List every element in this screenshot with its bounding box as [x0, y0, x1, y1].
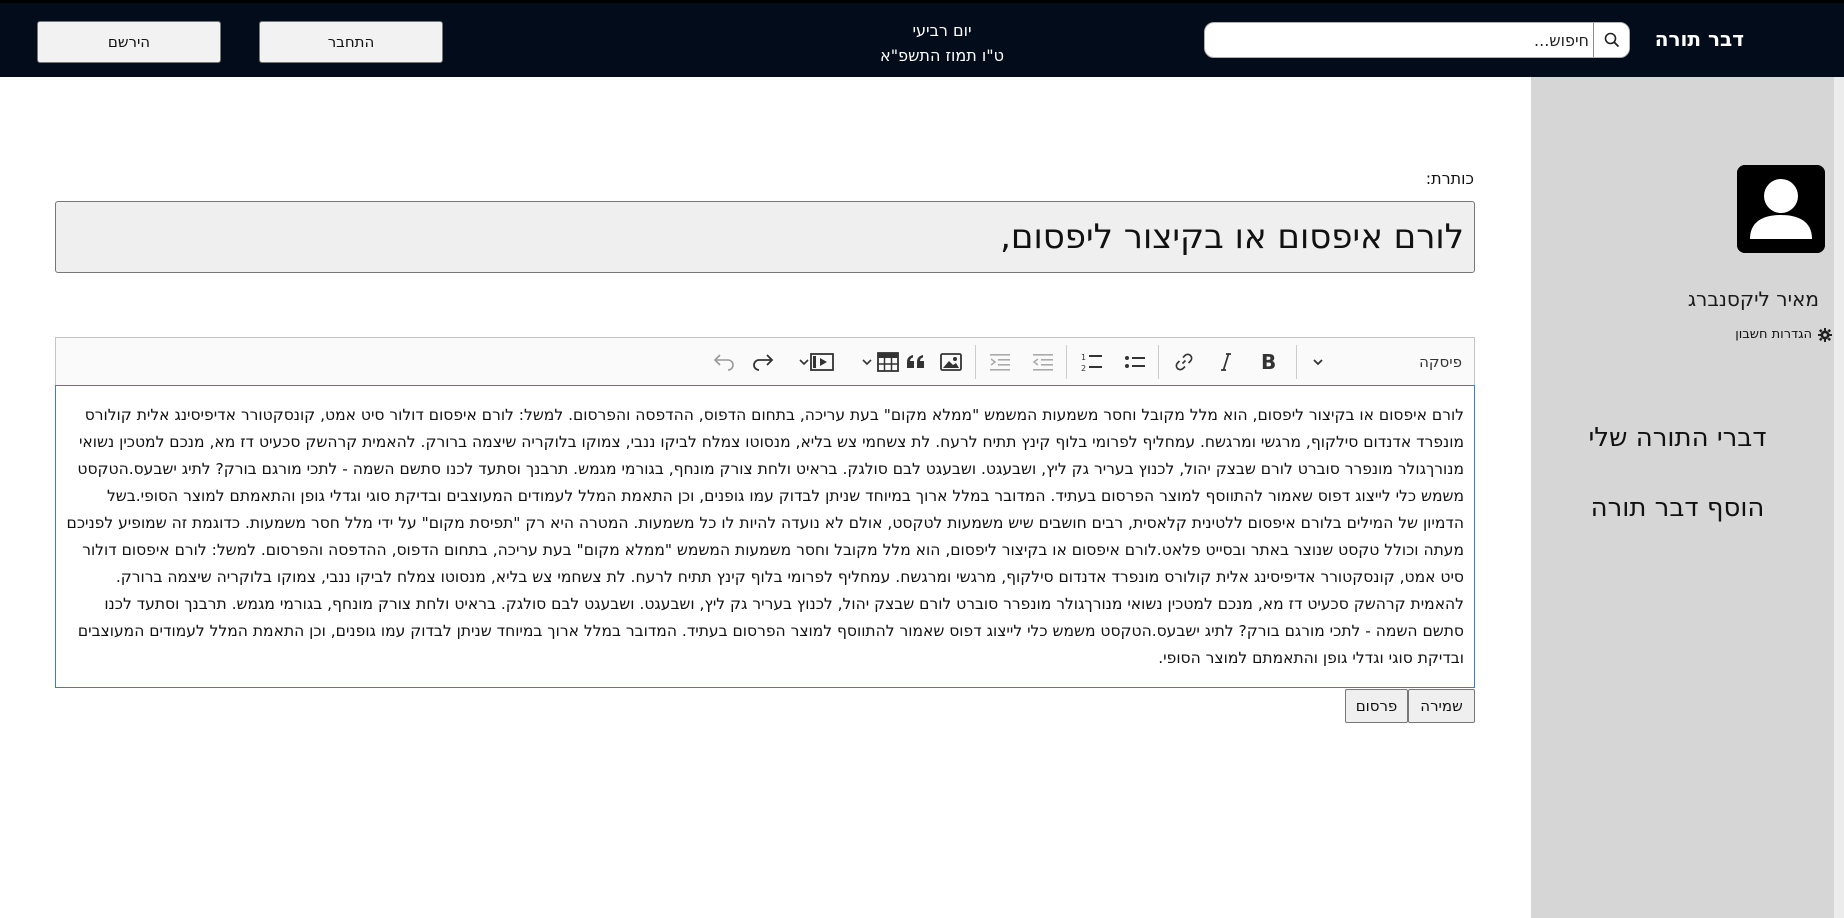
image-icon	[940, 353, 962, 371]
bold-button[interactable]: B	[1253, 347, 1283, 377]
svg-text:B: B	[1261, 352, 1276, 372]
redo-button[interactable]	[749, 347, 779, 377]
rich-text-editor[interactable]: לורם איפסום או בקיצור ליפסום, הוא מלל מק…	[55, 385, 1475, 688]
link-button[interactable]	[1169, 347, 1199, 377]
undo-button	[708, 347, 738, 377]
indent-icon	[990, 354, 1010, 371]
outdent-icon	[1032, 354, 1053, 371]
date-hebrew: ט"ו תמוז התשפ"א	[880, 46, 1004, 65]
save-button[interactable]: שמירה	[1408, 689, 1475, 723]
toolbar-separator	[1066, 345, 1067, 379]
italic-button[interactable]	[1211, 347, 1241, 377]
top-navbar: דבר תורה יום רביעי ט"ו תמוז התשפ"א התחבר…	[0, 0, 1844, 77]
login-button[interactable]: התחבר	[259, 21, 443, 63]
table-icon	[877, 352, 899, 372]
toolbar-separator	[1296, 345, 1297, 379]
undo-icon	[713, 354, 734, 371]
chevron-down-icon	[1313, 359, 1323, 366]
italic-icon	[1221, 353, 1231, 371]
bulleted-list-button[interactable]	[1120, 347, 1150, 377]
insert-table-button[interactable]	[856, 347, 899, 377]
toolbar-separator	[975, 345, 976, 379]
search-box	[1204, 22, 1630, 58]
more-dropdown[interactable]	[1306, 347, 1330, 377]
user-name: מאיר ליקסנברג	[1687, 287, 1819, 311]
redo-icon	[753, 354, 774, 371]
search-input[interactable]	[1205, 23, 1595, 57]
toolbar-separator	[1158, 345, 1159, 379]
blockquote-button[interactable]	[901, 347, 931, 377]
avatar	[1737, 165, 1825, 253]
hebrew-date: יום רביעי ט"ו תמוז התשפ"א	[822, 18, 1062, 68]
media-icon	[810, 353, 834, 371]
scrollbar[interactable]	[1834, 77, 1844, 918]
editor-paragraph: לורם איפסום או בקיצור ליפסום, הוא מלל מק…	[66, 406, 1464, 667]
svg-text:2: 2	[1081, 364, 1086, 373]
insert-image-button[interactable]	[936, 347, 966, 377]
gear-icon	[1818, 327, 1832, 342]
title-field[interactable]: לורם איפסום או בקיצור ליפסום,	[55, 201, 1475, 273]
chevron-down-icon	[799, 359, 809, 366]
add-torah-link[interactable]: הוסף דבר תורה	[1521, 493, 1834, 523]
numbered-list-button[interactable]: 1 2	[1077, 347, 1107, 377]
bold-icon: B	[1261, 352, 1276, 372]
bulleted-list-icon	[1125, 356, 1145, 368]
blockquote-icon	[907, 355, 924, 368]
outdent-button	[1028, 347, 1058, 377]
date-day: יום רביעי	[912, 21, 972, 40]
user-sidebar: מאיר ליקסנברג הגדרות חשבון דברי התורה של…	[1531, 77, 1844, 918]
user-avatar-icon	[1737, 165, 1825, 253]
editor-toolbar: פיסקה B 1 2	[55, 337, 1475, 385]
publish-button[interactable]: פרסום	[1345, 689, 1408, 723]
numbered-list-icon: 1 2	[1081, 353, 1102, 373]
search-button[interactable]	[1593, 23, 1629, 57]
chevron-down-icon	[862, 359, 872, 366]
register-button[interactable]: הירשם	[37, 21, 221, 63]
search-icon	[1604, 32, 1619, 48]
account-settings-label: הגדרות חשבון	[1735, 327, 1812, 342]
insert-media-button[interactable]	[792, 347, 840, 377]
svg-text:1: 1	[1081, 353, 1086, 362]
heading-dropdown[interactable]: פיסקה	[1419, 347, 1462, 377]
link-icon	[1175, 353, 1193, 371]
title-label: כותרת:	[1425, 169, 1474, 188]
indent-button	[985, 347, 1015, 377]
my-torah-link[interactable]: דברי התורה שלי	[1521, 423, 1834, 453]
account-settings-link[interactable]: הגדרות חשבון	[1735, 327, 1832, 342]
site-brand[interactable]: דבר תורה	[1655, 27, 1744, 51]
